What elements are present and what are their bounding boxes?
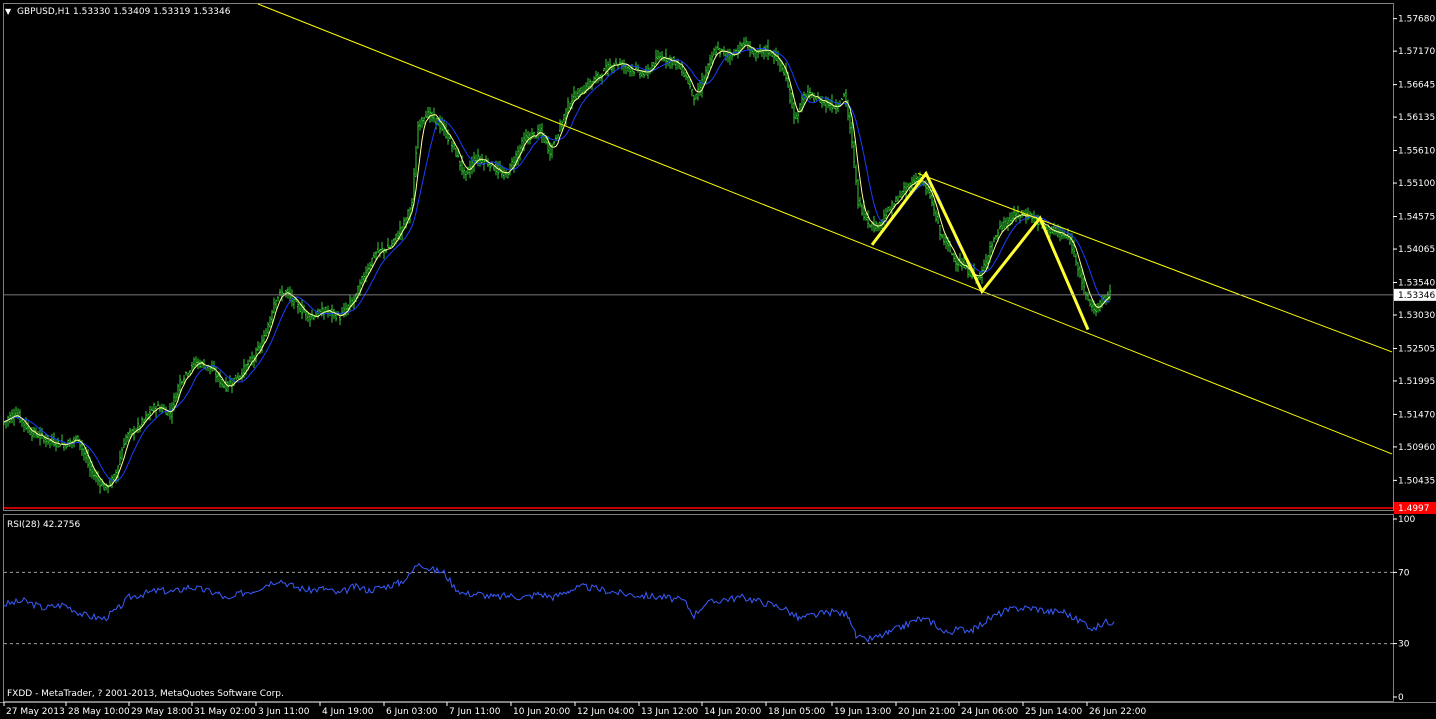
time-tick-label: 12 Jun 04:00 [577,707,634,717]
rsi-series [3,562,1393,645]
price-tick-label: 1.53030 [1398,311,1435,321]
time-tick-label: 6 Jun 03:00 [386,707,438,717]
price-tick-label: 1.53540 [1398,278,1435,288]
price-tick-label: 1.55610 [1398,147,1435,157]
copyright-text: FXDD - MetaTrader, ? 2001-2013, MetaQuot… [7,689,284,699]
chart-axes: 1.57680 1.57170 1.56645 1.56135 1.55610 1.551… [3,15,1436,717]
price-tick-label: 1.54065 [1398,245,1435,255]
time-tick-label: 25 Jun 14:00 [1025,707,1082,717]
rsi-panel-border [3,514,1394,702]
time-tick-label: 24 Jun 06:00 [961,707,1018,717]
time-tick-label: 10 Jun 20:00 [513,707,570,717]
price-tick-label: 1.56135 [1398,113,1435,123]
chart-header: ▼ GBPUSD,H1 1.53330 1.53409 1.53319 1.53… [5,7,231,17]
time-tick-label: 19 Jun 13:00 [834,707,891,717]
time-tick-label: 28 May 10:00 [68,707,130,717]
rsi-tick-label: 70 [1398,568,1410,578]
time-tick-label: 27 May 2013 [6,707,65,717]
time-tick-label: 3 Jun 11:00 [258,707,310,717]
price-tick-label: 1.56645 [1398,81,1435,91]
time-tick-label: 14 Jun 20:00 [704,707,761,717]
time-tick-label: 26 Jun 22:00 [1089,707,1146,717]
rsi-line [3,562,1115,644]
price-tick-label: 1.50960 [1398,443,1435,453]
rsi-label: RSI(28) 42.2756 [7,520,80,530]
time-tick-label: 7 Jun 11:00 [449,707,501,717]
time-tick-label: 13 Jun 12:00 [641,707,698,717]
rsi-tick-label: 100 [1398,515,1415,525]
price-tick-label: 1.57680 [1398,15,1435,25]
price-tick-label: 1.50435 [1398,476,1435,486]
price-tick-label: 1.51995 [1398,377,1435,387]
trendline-0 [257,3,1393,455]
time-tick-label: 29 May 18:00 [131,707,193,717]
price-tick-label: 1.57170 [1398,47,1435,57]
current-price-label: 1.53346 [1398,291,1435,301]
moving-averages [3,44,1111,487]
metatrader-chart: 1.57680 1.57170 1.56645 1.56135 1.55610 1.551… [0,3,1436,717]
price-tick-label: 1.54575 [1398,213,1435,223]
price-tick-label: 1.55100 [1398,179,1435,189]
time-tick-label: 18 Jun 05:00 [768,707,825,717]
header-triangle-icon: ▼ [5,7,12,16]
time-tick-label: 31 May 02:00 [194,707,256,717]
chart-title: GBPUSD,H1 1.53330 1.53409 1.53319 1.5334… [17,7,231,17]
price-tick-label: 1.52505 [1398,344,1435,354]
price-tick-label: 1.51470 [1398,410,1435,420]
red-price-label: 1.4997 [1398,504,1430,514]
price-bars [3,36,1111,494]
time-tick-label: 20 Jun 21:00 [898,707,955,717]
fast-moving-average-line [3,44,1111,487]
rsi-tick-label: 30 [1398,640,1410,650]
time-tick-label: 4 Jun 19:00 [322,707,374,717]
rsi-tick-label: 0 [1398,693,1404,703]
